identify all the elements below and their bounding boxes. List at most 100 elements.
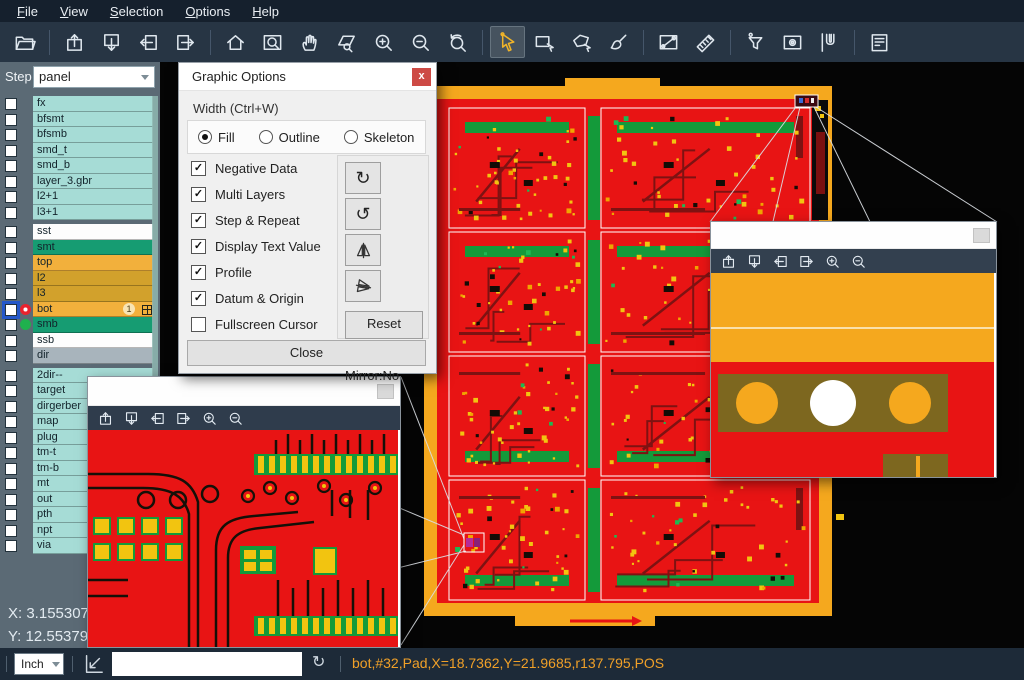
menu-help[interactable]: Help [241,4,290,19]
checkbox-datum-origin[interactable]: ✓Datum & Origin [191,285,321,311]
flip-horizontal-button[interactable] [345,234,381,266]
layer-name[interactable]: l2 [33,271,153,287]
layer-visibility-checkbox[interactable] [5,176,17,188]
radio-outline[interactable]: Outline [259,130,320,145]
preview-pan-left-button[interactable] [149,410,166,427]
refresh-icon[interactable]: ↻ [312,652,325,672]
layer-visibility-checkbox[interactable] [5,335,17,347]
window-titlebar[interactable] [711,222,996,249]
layer-visibility-checkbox[interactable] [5,370,17,382]
layer-visibility-checkbox[interactable] [5,385,17,397]
menu-view[interactable]: View [49,4,99,19]
layer-visibility-checkbox[interactable] [5,350,17,362]
layer-visibility-checkbox[interactable] [5,114,17,126]
preview-pan-up-button[interactable] [97,410,114,427]
toolbar-pan-hand-button[interactable] [292,26,327,58]
toolbar-clear-layer-button[interactable] [601,26,636,58]
toolbar-pan-down-button[interactable] [94,26,129,58]
toolbar-zoom-previous-button[interactable] [440,26,475,58]
toolbar-select-rect-button[interactable] [527,26,562,58]
layer-visibility-checkbox[interactable] [5,304,17,316]
layer-visibility-checkbox[interactable] [5,478,17,490]
layer-name[interactable]: smd_b [33,158,153,174]
toolbar-snap-button[interactable] [812,26,847,58]
command-input[interactable] [112,652,302,676]
layer-visibility-checkbox[interactable] [5,525,17,537]
layer-name[interactable]: l2+1 [33,189,153,205]
checkbox-step-repeat[interactable]: ✓Step & Repeat [191,207,321,233]
toolbar-select-poly-button[interactable] [564,26,599,58]
toolbar-zoom-window-button[interactable] [255,26,290,58]
toolbar-pan-up-button[interactable] [57,26,92,58]
checkbox-multi-layers[interactable]: ✓Multi Layers [191,181,321,207]
toolbar-zoom-in-button[interactable] [366,26,401,58]
preview-pan-down-button[interactable] [123,410,140,427]
layer-visibility-checkbox[interactable] [5,319,17,331]
layer-visibility-checkbox[interactable] [5,273,17,285]
toolbar-open-file-button[interactable] [7,26,42,58]
toolbar-filter-button[interactable] [738,26,773,58]
preview-zoom-out-button[interactable] [227,410,244,427]
layer-visibility-checkbox[interactable] [5,432,17,444]
window-button[interactable] [973,228,990,243]
layer-name[interactable]: smb [33,317,153,333]
step-dropdown[interactable]: panel [33,66,155,88]
preview-pan-left-button[interactable] [772,253,789,270]
toolbar-home-view-button[interactable] [218,26,253,58]
layer-visibility-checkbox[interactable] [5,160,17,172]
radio-fill[interactable]: Fill [198,130,235,145]
layer-visibility-checkbox[interactable] [5,288,17,300]
checkbox-negative-data[interactable]: ✓Negative Data [191,155,321,181]
layer-visibility-checkbox[interactable] [5,257,17,269]
layer-name[interactable]: bfsmt [33,112,153,128]
toolbar-layer-table-button[interactable] [862,26,897,58]
toolbar-ruler-button[interactable] [688,26,723,58]
close-icon[interactable]: x [412,68,431,86]
toolbar-pan-left-button[interactable] [131,26,166,58]
window-button[interactable] [377,384,394,399]
menu-options[interactable]: Options [174,4,241,19]
rotate-ccw-button[interactable]: ↺ [345,198,381,230]
rotate-cw-button[interactable]: ↻ [345,162,381,194]
layer-visibility-checkbox[interactable] [5,447,17,459]
layer-visibility-checkbox[interactable] [5,401,17,413]
layer-name[interactable]: top [33,255,153,271]
close-button[interactable]: Close [187,340,426,366]
preview-zoom-out-button[interactable] [850,253,867,270]
flip-vertical-button[interactable] [345,270,381,302]
unit-dropdown[interactable]: Inch [14,653,64,675]
zoom-source-marker-top[interactable] [795,95,818,107]
preview-pan-down-button[interactable] [746,253,763,270]
layer-visibility-checkbox[interactable] [5,463,17,475]
layer-name[interactable]: ssb [33,333,153,349]
preview-zoom-in-button[interactable] [824,253,841,270]
layer-name[interactable]: smd_t [33,143,153,159]
layer-visibility-checkbox[interactable] [5,494,17,506]
layer-visibility-checkbox[interactable] [5,416,17,428]
preview-zoom-in-button[interactable] [201,410,218,427]
toolbar-measure-button[interactable] [651,26,686,58]
toolbar-select-cursor-button[interactable] [490,26,525,58]
checkbox-fullscreen-cursor[interactable]: Fullscreen Cursor [191,311,321,337]
layer-name[interactable]: smt [33,240,153,256]
preview-pan-right-button[interactable] [175,410,192,427]
pick-corner-icon[interactable] [82,653,104,675]
dialog-title[interactable]: Graphic Options [179,63,436,91]
preview-pan-up-button[interactable] [720,253,737,270]
reset-button[interactable]: Reset [345,311,423,339]
layer-name[interactable]: l3+1 [33,205,153,221]
layer-name[interactable]: bot [33,302,153,318]
radio-skeleton[interactable]: Skeleton [344,130,415,145]
checkbox-display-text-value[interactable]: ✓Display Text Value [191,233,321,259]
checkbox-profile[interactable]: ✓Profile [191,259,321,285]
layer-visibility-checkbox[interactable] [5,191,17,203]
toolbar-pan-right-button[interactable] [168,26,203,58]
layer-name[interactable]: sst [33,224,153,240]
toolbar-zoom-out-button[interactable] [403,26,438,58]
menu-selection[interactable]: Selection [99,4,174,19]
toolbar-view-options-button[interactable] [775,26,810,58]
toolbar-zoom-area-button[interactable] [329,26,364,58]
layer-name[interactable]: dir [33,348,153,364]
layer-name[interactable]: l3 [33,286,153,302]
layer-name[interactable]: fx [33,96,153,112]
